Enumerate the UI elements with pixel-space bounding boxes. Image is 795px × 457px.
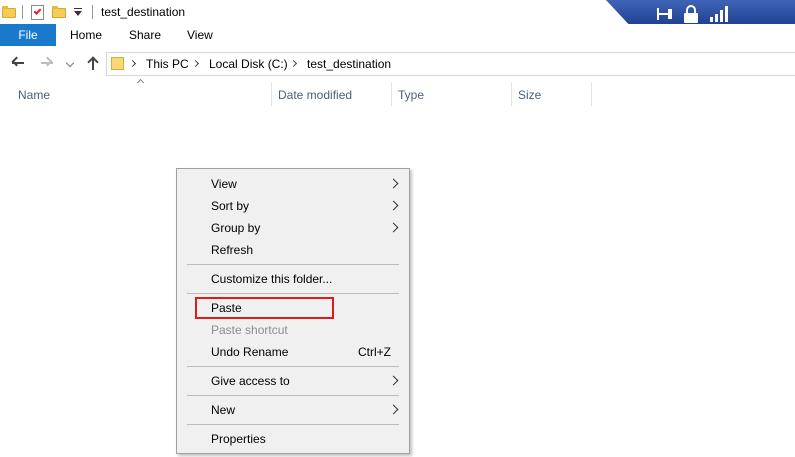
- menu-item-label: Sort by: [211, 199, 250, 213]
- menu-item-label: Group by: [211, 221, 261, 235]
- menu-item-customize-folder[interactable]: Customize this folder...: [177, 268, 409, 290]
- forward-arrow-icon[interactable]: [40, 56, 54, 70]
- tab-home[interactable]: Home: [70, 24, 102, 46]
- breadcrumb-test-destination[interactable]: test_destination: [307, 57, 391, 71]
- column-header-name[interactable]: Name: [18, 88, 50, 102]
- column-divider[interactable]: [591, 82, 592, 106]
- folder-icon: [111, 56, 125, 70]
- file-explorer-window: test_destination File Home Share View Th…: [0, 0, 795, 457]
- properties-icon[interactable]: [31, 4, 44, 20]
- menu-item-label: View: [211, 177, 237, 191]
- chevron-right-icon: [388, 200, 399, 211]
- tab-file[interactable]: File: [0, 24, 56, 46]
- menu-item-sort-by[interactable]: Sort by: [177, 195, 409, 217]
- menu-item-label: Refresh: [211, 243, 254, 257]
- chevron-right-icon: [388, 375, 399, 386]
- title-divider: [92, 5, 93, 19]
- chevron-right-icon: [388, 222, 399, 233]
- column-header-date-modified[interactable]: Date modified: [278, 88, 352, 102]
- column-header-size[interactable]: Size: [518, 88, 541, 102]
- column-divider[interactable]: [391, 82, 392, 106]
- recent-locations-icon[interactable]: [65, 58, 75, 68]
- lock-icon[interactable]: [684, 5, 698, 23]
- menu-separator: [187, 293, 399, 294]
- pin-icon[interactable]: [656, 6, 674, 22]
- menu-item-label: Paste shortcut: [211, 323, 288, 337]
- menu-item-give-access-to[interactable]: Give access to: [177, 370, 409, 392]
- menu-item-shortcut: Ctrl+Z: [358, 345, 391, 359]
- menu-item-group-by[interactable]: Group by: [177, 217, 409, 239]
- customize-qat-icon[interactable]: [74, 7, 82, 17]
- breadcrumb-local-disk[interactable]: Local Disk (C:): [209, 57, 288, 71]
- menu-item-new[interactable]: New: [177, 399, 409, 421]
- signal-icon[interactable]: [710, 6, 728, 22]
- menu-item-label: Undo Rename: [211, 345, 289, 359]
- quick-access-toolbar: [2, 3, 82, 21]
- menu-item-undo-rename[interactable]: Undo Rename Ctrl+Z: [177, 341, 409, 363]
- tab-view[interactable]: View: [187, 24, 213, 46]
- menu-item-label: Properties: [211, 432, 266, 446]
- tab-share[interactable]: Share: [129, 24, 161, 46]
- column-divider[interactable]: [271, 82, 272, 106]
- menu-item-refresh[interactable]: Refresh: [177, 239, 409, 261]
- menu-item-label: Give access to: [211, 374, 290, 388]
- menu-item-properties[interactable]: Properties: [177, 428, 409, 450]
- menu-item-label: Customize this folder...: [211, 272, 333, 286]
- window-title: test_destination: [101, 5, 186, 19]
- folder-icon[interactable]: [2, 6, 16, 18]
- chevron-right-icon: [388, 404, 399, 415]
- chevron-right-icon: [388, 178, 399, 189]
- column-divider[interactable]: [511, 82, 512, 106]
- back-arrow-icon[interactable]: [11, 56, 25, 70]
- menu-separator: [187, 264, 399, 265]
- menu-separator: [187, 366, 399, 367]
- new-folder-icon[interactable]: [52, 6, 66, 18]
- menu-item-paste-shortcut: Paste shortcut: [177, 319, 409, 341]
- menu-separator: [187, 395, 399, 396]
- paste-highlight-box: [195, 297, 334, 319]
- breadcrumb-this-pc[interactable]: This PC: [146, 57, 189, 71]
- menu-item-label: New: [211, 403, 236, 417]
- up-arrow-icon[interactable]: [86, 56, 100, 70]
- column-header-type[interactable]: Type: [398, 88, 424, 102]
- menu-separator: [187, 424, 399, 425]
- sort-ascending-icon: [136, 78, 145, 87]
- toolbar-divider: [22, 5, 23, 19]
- menu-item-view[interactable]: View: [177, 173, 409, 195]
- ribbon-tabs: File Home Share View: [0, 24, 795, 46]
